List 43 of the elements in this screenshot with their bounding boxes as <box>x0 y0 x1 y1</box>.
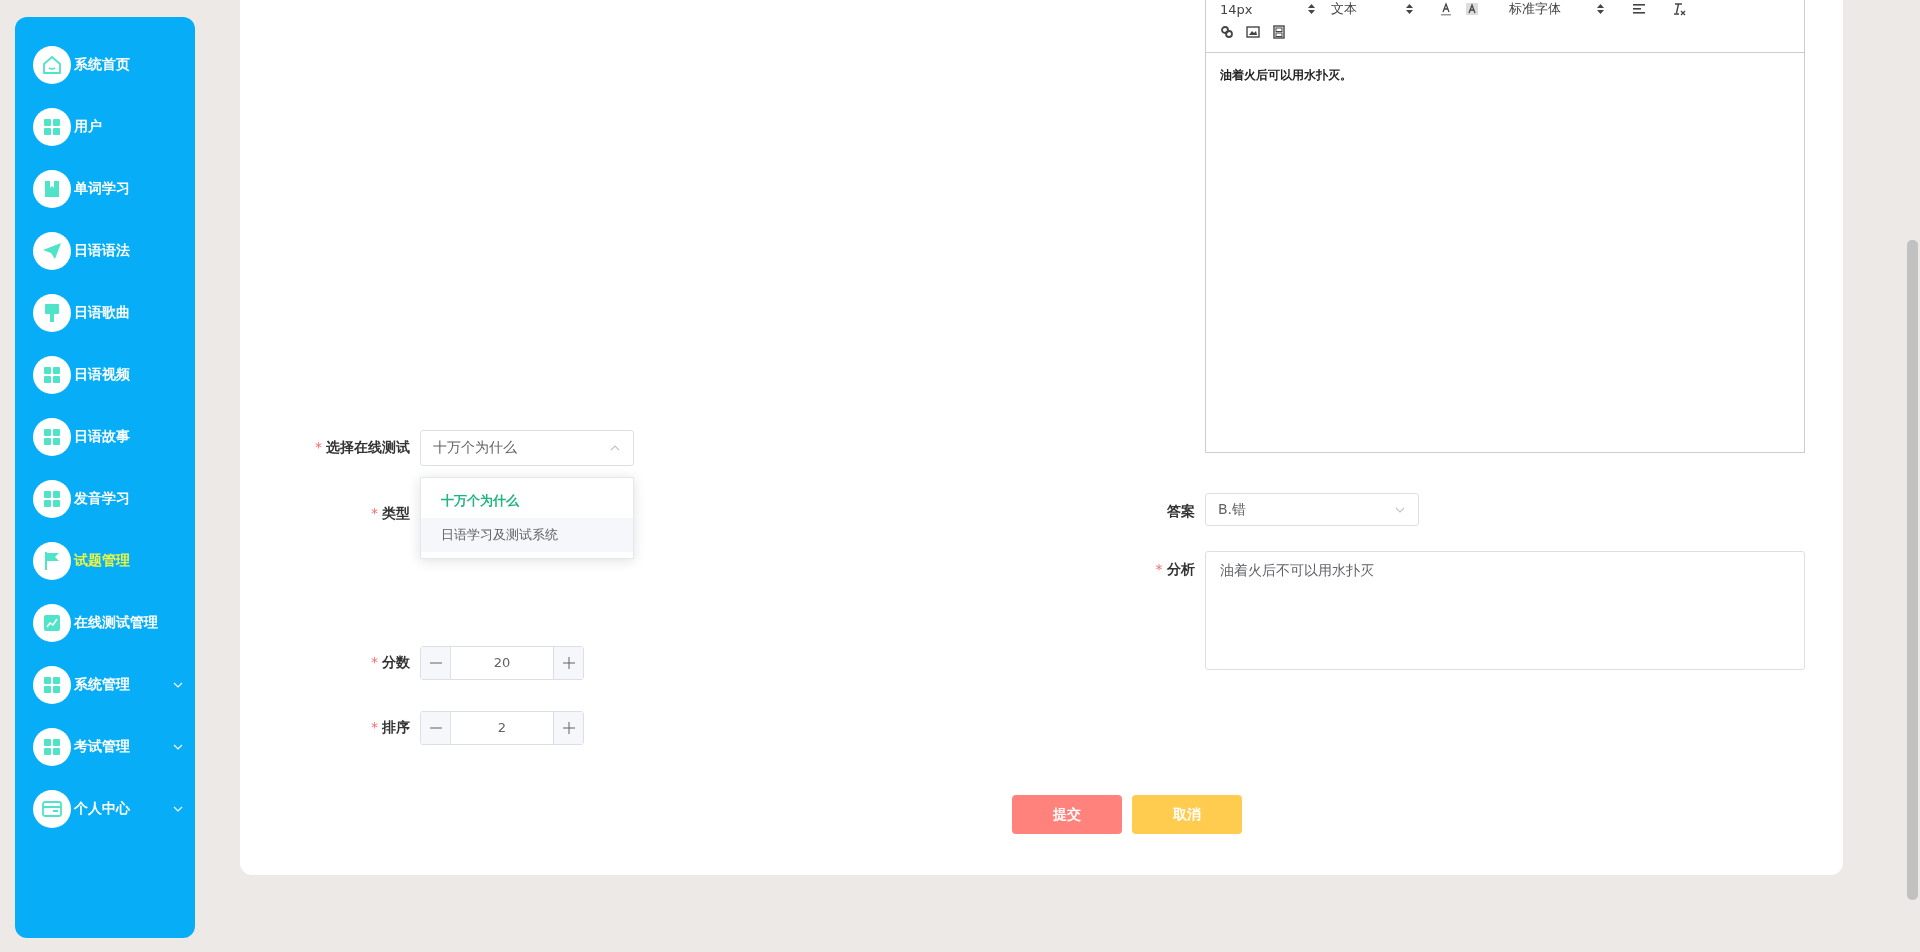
sidebar-item[interactable]: 日语歌曲 <box>15 292 195 334</box>
field-label: * 选择在线测试 <box>314 439 411 457</box>
exam-select[interactable]: 十万个为什么 <box>420 430 634 466</box>
sort-icon <box>1308 4 1315 14</box>
sidebar-item[interactable]: 日语故事 <box>15 416 195 458</box>
clear-format-icon[interactable] <box>1672 2 1686 16</box>
sidebar-item[interactable]: 发音学习 <box>15 478 195 520</box>
font-picker[interactable]: 标准字体 <box>1509 0 1610 18</box>
submit-button[interactable]: 提交 <box>1012 795 1122 834</box>
dropdown-option[interactable]: 日语学习及测试系统 <box>421 518 633 552</box>
sidebar-item[interactable]: 考试管理 <box>15 726 195 768</box>
sidebar-item[interactable]: 系统管理 <box>15 664 195 706</box>
sort-icon <box>1406 4 1413 14</box>
field-label: * 分数 <box>370 654 411 672</box>
text-color-icon[interactable] <box>1439 2 1453 16</box>
dropdown-option[interactable]: 十万个为什么 <box>421 484 633 518</box>
size-picker[interactable]: 14px <box>1220 1 1321 17</box>
sidebar-item[interactable]: 单词学习 <box>15 168 195 210</box>
field-label: 答案 <box>1166 502 1196 521</box>
image-icon[interactable] <box>1246 25 1260 39</box>
sort-icon <box>1597 4 1604 14</box>
rich-text-editor[interactable]: 14px 文本 标准字体 油着火后可以用水扑灭。 <box>1205 0 1805 453</box>
background-color-icon[interactable] <box>1465 2 1479 16</box>
field-label: * 类型 <box>370 505 411 523</box>
link-icon[interactable] <box>1220 25 1234 39</box>
sidebar-item[interactable]: 试题管理 <box>15 540 195 582</box>
house-icon <box>40 53 64 77</box>
field-label: * 分析 <box>1154 560 1196 579</box>
align-icon[interactable] <box>1632 2 1646 16</box>
sidebar-item[interactable]: 日语语法 <box>15 230 195 272</box>
sidebar-item[interactable]: 在线测试管理 <box>15 602 195 644</box>
sidebar-item[interactable]: 系统首页 <box>15 44 195 86</box>
sidebar-item[interactable]: 个人中心 <box>15 788 195 830</box>
header-picker[interactable]: 文本 <box>1331 0 1419 18</box>
film-icon[interactable] <box>1272 25 1286 39</box>
analysis-textarea[interactable]: 油着火后不可以用水扑灭 <box>1204 551 1805 670</box>
answer-select[interactable]: B.错 <box>1205 493 1419 526</box>
sidebar-item[interactable]: 用户 <box>15 106 195 148</box>
field-label: * 排序 <box>370 719 411 737</box>
cancel-button[interactable]: 取消 <box>1132 795 1242 834</box>
sidebar-item[interactable]: 日语视频 <box>15 354 195 396</box>
editor-text: 油着火后可以用水扑灭。 <box>1219 67 1353 84</box>
scrollbar-thumb[interactable] <box>1907 240 1918 900</box>
